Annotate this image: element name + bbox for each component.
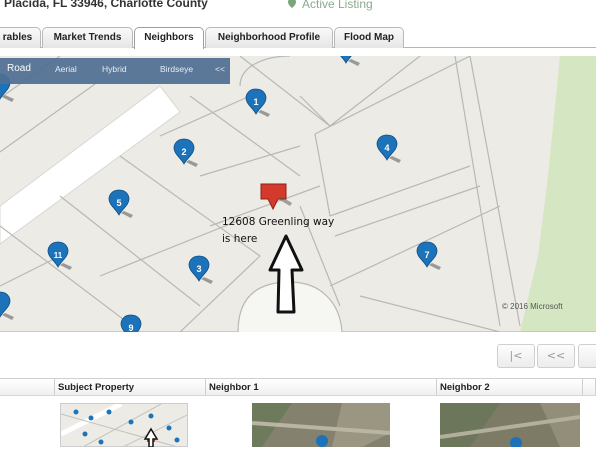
page-header: Placida, FL 33946, Charlotte County Acti… — [0, 0, 596, 24]
first-page-button[interactable]: |< — [497, 344, 535, 368]
svg-text:1: 1 — [253, 97, 258, 107]
grid-column-header-neighbor-1[interactable]: Neighbor 1 — [206, 379, 437, 396]
neighbors-map[interactable]: 1 2 3 4 5 7 9 11 12608 Greenling way is … — [0, 56, 596, 332]
svg-text:4: 4 — [384, 143, 389, 153]
neighbor-marker-3[interactable]: 3 — [188, 255, 214, 285]
grid-column-header-blank — [0, 379, 55, 396]
grid-column-header-partial — [583, 379, 596, 396]
neighbor-marker-7[interactable]: 7 — [416, 241, 442, 271]
neighbor-marker-1[interactable]: 1 — [245, 88, 271, 118]
subject-thumbnail-arrow-icon — [140, 425, 162, 448]
previous-page-button[interactable]: << — [537, 344, 575, 368]
listing-status: Active Listing — [286, 0, 373, 11]
subject-property-thumbnail[interactable] — [60, 403, 188, 447]
map-canvas: 1 2 3 4 5 7 9 11 — [0, 56, 596, 332]
annotation-line-2: is here — [222, 233, 258, 245]
neighbor-2-aerial-image — [440, 403, 580, 447]
grid-column-header-subject[interactable]: Subject Property — [55, 379, 206, 396]
neighbor-1-aerial-thumbnail[interactable] — [252, 403, 390, 447]
neighbor-marker-5[interactable]: 5 — [108, 189, 134, 219]
svg-text:9: 9 — [128, 323, 133, 332]
location-annotation: 12608 Greenling way is here — [222, 214, 382, 248]
map-view-toolbar: Road Aerial Hybrid Birdseye << — [0, 58, 230, 84]
neighbor-2-aerial-thumbnail[interactable] — [440, 403, 580, 447]
map-copyright: © 2016 Microsoft — [502, 302, 563, 311]
svg-text:2: 2 — [181, 147, 186, 157]
neighbors-comparison-grid: Subject Property Neighbor 1 Neighbor 2 — [0, 378, 596, 448]
next-page-button-partial[interactable] — [578, 344, 596, 368]
tab-neighborhood-profile[interactable]: Neighborhood Profile — [205, 27, 333, 48]
tab-comparables[interactable]: rables — [0, 27, 41, 48]
grid-column-header-neighbor-2[interactable]: Neighbor 2 — [437, 379, 583, 396]
map-view-aerial-button[interactable]: Aerial — [55, 64, 77, 74]
svg-text:5: 5 — [116, 198, 121, 208]
listing-status-label: Active Listing — [302, 0, 373, 11]
neighbor-marker-partial[interactable] — [335, 56, 361, 67]
svg-text:3: 3 — [196, 264, 201, 274]
neighbor-marker-2[interactable]: 2 — [173, 138, 199, 168]
tab-market-trends[interactable]: Market Trends — [42, 27, 133, 48]
map-view-hybrid-button[interactable]: Hybrid — [102, 64, 127, 74]
annotation-line-1: 12608 Greenling way — [222, 216, 335, 228]
green-area — [520, 56, 596, 332]
svg-text:7: 7 — [424, 250, 429, 260]
map-toolbar-collapse-button[interactable]: << — [215, 64, 225, 74]
neighbor-marker-partial[interactable] — [0, 291, 15, 321]
map-view-birdseye-button[interactable]: Birdseye — [160, 64, 193, 74]
tab-bar: rables Market Trends Neighbors Neighborh… — [0, 24, 596, 49]
neighbor-marker-9[interactable]: 9 — [120, 314, 146, 332]
pager: |< << — [0, 332, 596, 378]
property-address: Placida, FL 33946, Charlotte County — [4, 0, 208, 10]
tab-flood-map[interactable]: Flood Map — [334, 27, 404, 48]
neighbor-marker-4[interactable]: 4 — [376, 134, 402, 164]
svg-text:11: 11 — [54, 251, 63, 260]
neighbor-1-aerial-image — [252, 403, 390, 447]
subject-map-thumbnail — [61, 404, 187, 446]
map-view-road-button[interactable]: Road — [7, 63, 31, 74]
tab-neighbors[interactable]: Neighbors — [134, 27, 204, 49]
location-pin-icon — [288, 0, 296, 8]
